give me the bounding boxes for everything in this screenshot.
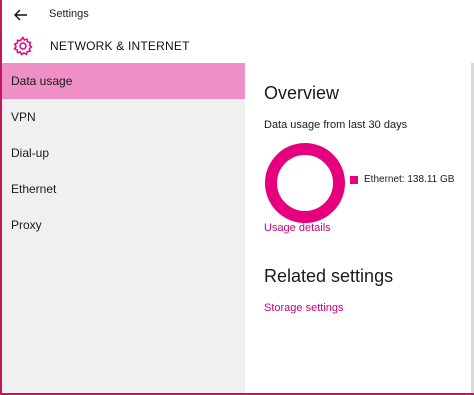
overview-heading: Overview xyxy=(264,83,340,103)
usage-period-text: Data usage from last 30 days xyxy=(264,119,408,131)
page-header: NETWORK & INTERNET xyxy=(2,30,474,62)
sidebar: Data usage VPN Dial-up Ethernet Proxy xyxy=(2,63,245,393)
window-title: Settings xyxy=(49,8,89,20)
legend-swatch-ethernet xyxy=(350,175,358,184)
gear-icon xyxy=(13,36,33,56)
usage-details-link[interactable]: Usage details xyxy=(264,222,331,234)
chart-legend: Ethernet: 138.11 GB xyxy=(350,174,454,185)
settings-window: Settings NETWORK & INTERNET Data usage V… xyxy=(0,0,474,395)
sidebar-item-label: VPN xyxy=(11,110,36,124)
sidebar-item-label: Ethernet xyxy=(11,182,57,196)
page-title: NETWORK & INTERNET xyxy=(50,39,190,53)
storage-settings-link[interactable]: Storage settings xyxy=(264,302,344,314)
sidebar-item-label: Dial-up xyxy=(11,146,50,160)
donut-slice-ethernet xyxy=(265,143,345,223)
sidebar-item-vpn[interactable]: VPN xyxy=(2,99,245,135)
sidebar-item-dial-up[interactable]: Dial-up xyxy=(2,135,245,171)
title-bar: Settings xyxy=(2,0,474,30)
related-settings-heading: Related settings xyxy=(264,266,394,286)
back-arrow-icon xyxy=(14,9,27,21)
sidebar-item-label: Data usage xyxy=(11,74,73,88)
sidebar-item-proxy[interactable]: Proxy xyxy=(2,207,245,243)
back-button[interactable] xyxy=(10,5,32,25)
sidebar-item-data-usage[interactable]: Data usage xyxy=(2,63,245,99)
data-usage-donut-chart xyxy=(265,143,345,223)
sidebar-item-ethernet[interactable]: Ethernet xyxy=(2,171,245,207)
main-content: Overview Data usage from last 30 days Et… xyxy=(245,63,474,393)
legend-label-ethernet: Ethernet: 138.11 GB xyxy=(364,174,455,185)
sidebar-item-label: Proxy xyxy=(11,218,42,232)
